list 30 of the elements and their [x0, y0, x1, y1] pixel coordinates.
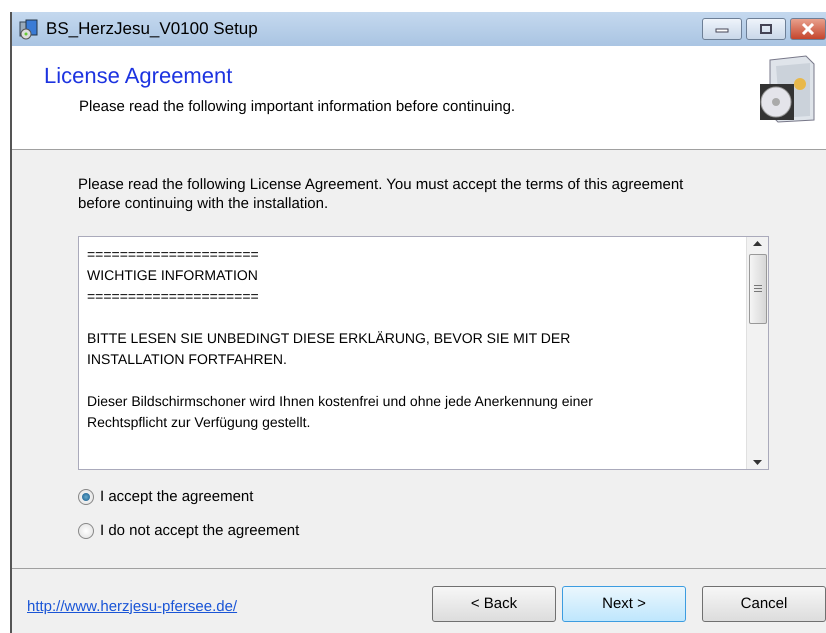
option-label: I do not accept the agreement [100, 521, 300, 541]
radio-option[interactable]: I do not accept the agreement [78, 520, 770, 542]
scroll-down-icon[interactable] [753, 460, 762, 464]
license-line: ===================== [87, 244, 260, 264]
option-label: I accept the agreement [100, 486, 254, 506]
radio-option[interactable]: I accept the agreement [78, 486, 770, 508]
radio-button[interactable] [78, 488, 94, 505]
license-line: Dieser Bildschirmschoner wird Ihnen kostenfrei und ohne jede Anerkennung einer [87, 392, 594, 411]
minimize-button[interactable] [702, 18, 742, 40]
license-line: ===================== [87, 286, 260, 306]
radio-button[interactable] [78, 523, 94, 540]
setup-icon [18, 18, 40, 40]
dialog-button[interactable]: Cancel [702, 586, 826, 622]
page-subtitle: Please read the following important information before continuing. [79, 97, 516, 118]
scrollbar-thumb[interactable] [748, 254, 766, 324]
website-link[interactable]: http://www.herzjesu-pfersee.de/ [27, 596, 238, 618]
maximize-icon [759, 23, 773, 35]
window-title: BS_HerzJesu_V0100 Setup [46, 18, 258, 40]
dialog-button[interactable]: Next > [562, 586, 686, 622]
close-icon [801, 23, 815, 35]
page-title: License Agreement [44, 64, 234, 88]
instruction-text: Please read the following License Agreement. You must accept the terms of this agreement before continuing with the installation. [78, 176, 684, 214]
license-line: INSTALLATION FORTFAHREN. [87, 350, 288, 368]
scroll-up-icon[interactable] [753, 240, 762, 246]
maximize-button[interactable] [746, 18, 786, 40]
license-line: Rechtspflicht zur Verfügung gestellt. [87, 412, 312, 432]
dialog-button[interactable]: < Back [432, 586, 556, 622]
close-button[interactable] [790, 18, 826, 40]
license-line: WICHTIGE INFORMATION [87, 266, 259, 284]
license-line: BITTE LESEN SIE UNBEDINGT DIESE ERKLÄRUNG, BEVOR SIE MIT DER [87, 328, 572, 348]
